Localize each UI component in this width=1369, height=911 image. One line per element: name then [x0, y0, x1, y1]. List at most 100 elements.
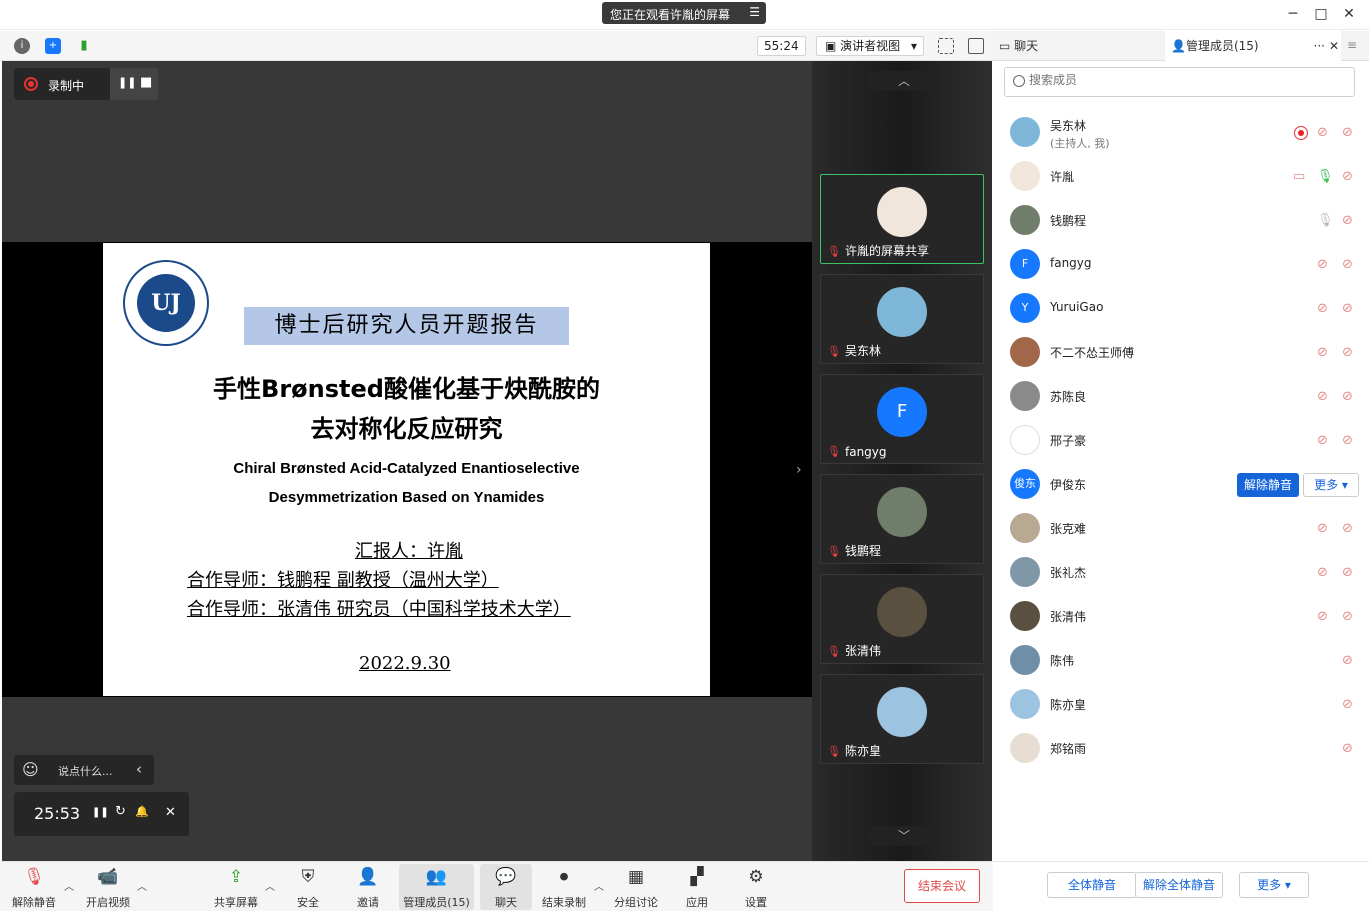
search-input[interactable] — [1029, 73, 1329, 87]
strip-up-button[interactable]: ︿ — [869, 71, 939, 91]
member-row[interactable]: 陈伟 ⊘ — [993, 639, 1369, 683]
strip-down-button[interactable]: ﹀ — [869, 826, 939, 846]
signal-icon[interactable]: ▮ — [76, 38, 92, 54]
member-row[interactable]: Y YuruiGao ⊘ ⊘ — [993, 287, 1369, 331]
chat-input-placeholder[interactable]: 说点什么... — [58, 763, 113, 779]
mic-icon[interactable]: 🎙 — [1317, 213, 1334, 228]
pause-recording-button[interactable]: ❚❚ — [118, 76, 136, 89]
video-off-icon[interactable]: ⊘ — [1342, 741, 1353, 756]
video-off-icon[interactable]: ⊘ — [1342, 345, 1353, 360]
mic-off-icon[interactable]: ⊘ — [1317, 565, 1328, 580]
control-button[interactable]: ▦ 分组讨论 — [610, 864, 662, 910]
mic-off-icon[interactable]: ⊘ — [1317, 609, 1328, 624]
bell-icon[interactable]: 🔔 — [135, 805, 149, 818]
video-tile[interactable]: 🎙 钱鹏程 — [820, 474, 984, 564]
video-off-icon[interactable]: ⊘ — [1342, 609, 1353, 624]
member-row[interactable]: 张清伟 ⊘ ⊘ — [993, 595, 1369, 639]
member-row[interactable]: 苏陈良 ⊘ ⊘ — [993, 375, 1369, 419]
mic-off-icon[interactable]: ⊘ — [1317, 521, 1328, 536]
control-button[interactable]: ⇪ 共享屏幕 — [210, 864, 262, 910]
chevron-up-icon[interactable]: ︿ — [64, 878, 74, 893]
unmute-member-button[interactable]: 解除静音 — [1237, 473, 1299, 497]
member-search[interactable] — [1004, 67, 1355, 97]
footer-more-button[interactable]: 更多 ▾ — [1239, 872, 1309, 898]
member-row[interactable]: 不二不怂王师傅 ⊘ ⊘ — [993, 331, 1369, 375]
control-button[interactable]: ⛨ 安全 — [288, 864, 328, 910]
member-row[interactable]: 俊东 伊俊东 解除静音 更多 ▾ — [993, 463, 1369, 507]
member-row[interactable]: 吴东林 (主持人, 我) ⊘ ⊘ — [993, 111, 1369, 155]
video-tile[interactable]: 🎙 许胤的屏幕共享 — [820, 174, 984, 264]
video-strip: ︿ 🎙 许胤的屏幕共享 🎙 吴东林 F 🎙 fangyg 🎙 钱鹏程 🎙 张清伟 🎙 陈亦皇 ﹀ — [812, 61, 992, 861]
viewing-banner[interactable]: 您正在观看许胤的屏幕 ☰ — [602, 2, 766, 24]
control-button[interactable]: 👤 邀请 — [348, 864, 388, 910]
mic-off-icon[interactable]: ⊘ — [1317, 345, 1328, 360]
close-timer-icon[interactable]: ✕ — [165, 805, 176, 820]
chevron-up-icon[interactable]: ︿ — [594, 878, 604, 893]
panel-menu-icon[interactable]: ≡ — [1347, 38, 1357, 52]
video-off-icon[interactable]: ⊘ — [1342, 433, 1353, 448]
control-button[interactable]: ▞ 应用 — [677, 864, 717, 910]
end-meeting-button[interactable]: 结束会议 — [904, 869, 980, 903]
control-button[interactable]: ⚙ 设置 — [736, 864, 776, 910]
close-window-button[interactable]: ✕ — [1339, 6, 1359, 22]
mic-off-icon[interactable]: ⊘ — [1317, 433, 1328, 448]
video-off-icon[interactable]: ⊘ — [1342, 565, 1353, 580]
control-button[interactable]: 👥 管理成员(15) — [399, 864, 474, 910]
list-icon[interactable]: ☰ — [749, 5, 760, 19]
mute-all-button[interactable]: 全体静音 — [1047, 872, 1137, 898]
maximize-button[interactable]: □ — [1311, 6, 1331, 22]
tab-chat[interactable]: ▭ 聊天 — [993, 31, 1165, 61]
video-off-icon[interactable]: ⊘ — [1342, 301, 1353, 316]
video-off-icon[interactable]: ⊘ — [1342, 521, 1353, 536]
collapse-icon[interactable]: ‹ — [136, 760, 142, 778]
video-tile[interactable]: 🎙 张清伟 — [820, 574, 984, 664]
chevron-right-icon[interactable]: › — [796, 462, 802, 478]
video-off-icon[interactable]: ⊘ — [1342, 257, 1353, 272]
emoji-icon[interactable]: ☺ — [22, 760, 39, 779]
reset-icon[interactable]: ↻ — [115, 804, 126, 819]
member-row[interactable]: 邢子豪 ⊘ ⊘ — [993, 419, 1369, 463]
member-row[interactable]: 陈亦皇 ⊘ — [993, 683, 1369, 727]
control-button[interactable]: ⏺ 结束录制 — [538, 864, 590, 910]
video-off-icon[interactable]: ⊘ — [1342, 697, 1353, 712]
mic-off-icon[interactable]: ⊘ — [1317, 389, 1328, 404]
video-off-icon[interactable]: ⊘ — [1342, 125, 1353, 140]
chevron-up-icon[interactable]: ︿ — [137, 878, 147, 893]
avatar — [1010, 337, 1040, 367]
chat-button[interactable]: 💬 聊天 — [480, 864, 532, 910]
more-options-icon[interactable]: ··· — [1314, 31, 1325, 61]
control-button[interactable]: 🎙 解除静音 — [8, 864, 60, 910]
unmute-all-button[interactable]: 解除全体静音 — [1135, 872, 1223, 898]
member-row[interactable]: 张礼杰 ⊘ ⊘ — [993, 551, 1369, 595]
video-tile[interactable]: F 🎙 fangyg — [820, 374, 984, 464]
close-tab-icon[interactable]: ✕ — [1329, 31, 1339, 61]
mic-off-icon[interactable]: ⊘ — [1317, 125, 1328, 140]
member-row[interactable]: 许胤 ▭ 🎙 ⊘ — [993, 155, 1369, 199]
video-off-icon[interactable]: ⊘ — [1342, 213, 1353, 228]
chat-input-bar[interactable]: ☺ 说点什么... ‹ — [14, 755, 154, 785]
info-icon[interactable]: i — [14, 38, 30, 54]
member-row[interactable]: Ffangyg ⊘ ⊘ — [993, 243, 1369, 287]
video-tile[interactable]: 🎙 陈亦皇 — [820, 674, 984, 764]
mic-off-icon[interactable]: ⊘ — [1317, 257, 1328, 272]
control-button[interactable]: 📹 开启视频 — [82, 864, 134, 910]
mic-on-icon[interactable]: 🎙 — [1317, 169, 1334, 184]
tab-members[interactable]: 👤管理成员(15) ··· ✕ — [1165, 31, 1341, 61]
video-off-icon[interactable]: ⊘ — [1342, 169, 1353, 184]
shield-icon[interactable]: + — [45, 38, 61, 54]
minimize-button[interactable]: ─ — [1283, 6, 1303, 22]
member-more-button[interactable]: 更多 ▾ — [1303, 473, 1359, 497]
member-row[interactable]: 钱鹏程 🎙 ⊘ — [993, 199, 1369, 243]
fullscreen-icon[interactable] — [938, 38, 954, 54]
video-tile[interactable]: 🎙 吴东林 — [820, 274, 984, 364]
mic-off-icon[interactable]: ⊘ — [1317, 301, 1328, 316]
chevron-up-icon[interactable]: ︿ — [265, 878, 275, 893]
stop-recording-button[interactable]: ■ — [140, 75, 152, 90]
member-row[interactable]: 张克难 ⊘ ⊘ — [993, 507, 1369, 551]
sidebar-toggle-icon[interactable] — [968, 38, 984, 54]
member-row[interactable]: 郑铭雨 ⊘ — [993, 727, 1369, 771]
video-off-icon[interactable]: ⊘ — [1342, 653, 1353, 668]
video-off-icon[interactable]: ⊘ — [1342, 389, 1353, 404]
view-mode-select[interactable]: ▣ 演讲者视图 ▾ — [816, 36, 924, 56]
pause-icon[interactable]: ❚❚ — [92, 807, 109, 818]
